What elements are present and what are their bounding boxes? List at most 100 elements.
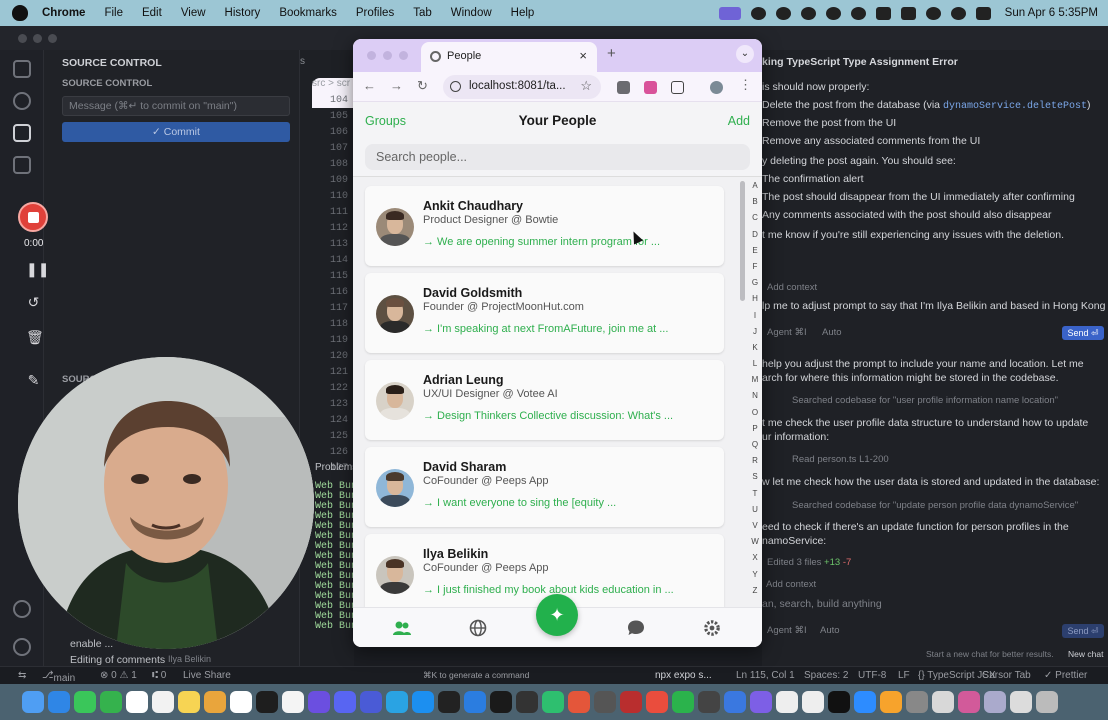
documents-folder-icon[interactable] — [1010, 691, 1032, 713]
alpha-letter[interactable]: T — [749, 489, 761, 505]
photos-icon[interactable] — [204, 691, 226, 713]
vscode-icon[interactable] — [464, 691, 486, 713]
spotlight-search-icon[interactable] — [950, 6, 966, 20]
forward-arrow-icon[interactable]: → — [390, 78, 403, 93]
window-zoom-button[interactable] — [48, 34, 57, 43]
people-tab-icon[interactable] — [393, 619, 411, 637]
alpha-letter[interactable]: N — [749, 391, 761, 407]
xcode-icon[interactable] — [802, 691, 824, 713]
end-of-line[interactable]: LF — [898, 670, 910, 681]
model-selector[interactable]: Auto — [822, 327, 842, 338]
extension-icon[interactable] — [644, 81, 657, 94]
system-settings-icon[interactable] — [594, 691, 616, 713]
extensions-puzzle-icon[interactable] — [671, 81, 684, 94]
figma-icon[interactable] — [256, 691, 278, 713]
menu-tab[interactable]: Tab — [413, 7, 432, 19]
calendar-icon[interactable] — [126, 691, 148, 713]
tool-call-line[interactable]: Searched codebase for "update person pro… — [792, 500, 1078, 511]
add-link[interactable]: Add — [728, 114, 750, 128]
alpha-letter[interactable]: Z — [749, 586, 761, 602]
webcam-bubble[interactable] — [18, 357, 314, 649]
chatgpt-icon[interactable] — [750, 6, 766, 20]
apple-icon[interactable] — [12, 5, 28, 21]
downloads-folder-icon[interactable] — [984, 691, 1006, 713]
address-url[interactable]: localhost:8081/ta... — [469, 80, 566, 92]
alpha-letter[interactable]: R — [749, 456, 761, 472]
alpha-letter[interactable]: G — [749, 278, 761, 294]
notes-icon[interactable] — [178, 691, 200, 713]
alpha-letter[interactable]: U — [749, 505, 761, 521]
extension-icon[interactable] — [617, 81, 630, 94]
menu-help[interactable]: Help — [511, 7, 535, 19]
send-button[interactable]: Send ⏎ — [1062, 326, 1104, 340]
alpha-letter[interactable]: K — [749, 343, 761, 359]
branch-indicator[interactable]: ⎇ main — [42, 670, 75, 684]
cursor-app-icon[interactable] — [438, 691, 460, 713]
encoding[interactable]: UTF-8 — [858, 670, 886, 681]
tab-people[interactable]: People × — [421, 42, 597, 72]
battery-icon[interactable] — [900, 6, 916, 20]
menu-view[interactable]: View — [181, 7, 206, 19]
alpha-letter[interactable]: H — [749, 294, 761, 310]
problems-indicator[interactable]: ⊗ 0 ⚠ 1 — [100, 670, 137, 681]
address-bar[interactable]: localhost:8081/ta... ☆ — [443, 75, 601, 99]
miro-icon[interactable] — [282, 691, 304, 713]
browser-close-button[interactable] — [367, 51, 376, 60]
browser-zoom-button[interactable] — [399, 51, 408, 60]
list-scrollbar[interactable] — [740, 181, 745, 301]
person-card[interactable]: David Sharam CoFounder @ Peeps App → I w… — [365, 447, 724, 527]
discord-icon[interactable] — [334, 691, 356, 713]
alpha-letter[interactable]: M — [749, 375, 761, 391]
messages-icon[interactable] — [74, 691, 96, 713]
app-store-icon[interactable] — [412, 691, 434, 713]
whatsapp-icon[interactable] — [932, 691, 954, 713]
browser-minimize-button[interactable] — [383, 51, 392, 60]
alpha-letter[interactable]: O — [749, 408, 761, 424]
arc-app-icon[interactable] — [750, 691, 772, 713]
alpha-letter[interactable]: S — [749, 472, 761, 488]
alpha-letter[interactable]: J — [749, 327, 761, 343]
model-selector-2[interactable]: Auto — [820, 625, 840, 636]
screen-recorder-icon[interactable] — [718, 6, 741, 20]
terminal-tab-problems[interactable]: Problems — [315, 462, 357, 473]
calculator-icon[interactable] — [906, 691, 928, 713]
menu-app-name[interactable]: Chrome — [42, 7, 85, 19]
facetime-icon[interactable] — [100, 691, 122, 713]
stop-recording-button[interactable] — [18, 202, 48, 232]
back-arrow-icon[interactable]: ← — [363, 78, 376, 93]
alpha-letter[interactable]: F — [749, 262, 761, 278]
explorer-icon[interactable] — [13, 60, 31, 78]
chat-tab-icon[interactable] — [627, 619, 645, 637]
wifi-icon[interactable] — [925, 6, 941, 20]
edited-files-summary[interactable]: Edited 3 files +13 -7 — [767, 557, 851, 568]
window-minimize-button[interactable] — [33, 34, 42, 43]
add-context-button-2[interactable]: Add context — [766, 579, 816, 590]
menu-profiles[interactable]: Profiles — [356, 7, 394, 19]
person-latest-message[interactable]: → I'm speaking at next FromAFuture, join… — [423, 323, 668, 335]
menu-window[interactable]: Window — [451, 7, 492, 19]
pages-icon[interactable] — [880, 691, 902, 713]
alpha-letter[interactable]: I — [749, 311, 761, 327]
agent-mode-selector-2[interactable]: Agent ⌘I — [767, 625, 807, 636]
alpha-letter[interactable]: E — [749, 246, 761, 262]
alpha-letter[interactable]: C — [749, 213, 761, 229]
search-icon[interactable] — [13, 92, 31, 110]
commit-button[interactable]: ✓ Commit — [62, 122, 290, 142]
telegram-icon[interactable] — [386, 691, 408, 713]
terminal-command[interactable]: npx expo s... — [655, 670, 712, 681]
restart-icon[interactable]: ↺ — [26, 295, 41, 310]
zoom-icon[interactable] — [724, 691, 746, 713]
arc-icon[interactable] — [775, 6, 791, 20]
time-machine-icon[interactable] — [825, 6, 841, 20]
person-latest-message[interactable]: → Design Thinkers Collective discussion:… — [423, 410, 673, 422]
profile-avatar-icon[interactable] — [710, 81, 723, 94]
play-icon[interactable] — [850, 6, 866, 20]
menu-edit[interactable]: Edit — [142, 7, 162, 19]
claude-icon[interactable] — [568, 691, 590, 713]
person-card[interactable]: Ankit Chaudhary Product Designer @ Bowti… — [365, 186, 724, 266]
agent-mode-selector[interactable]: Agent ⌘I — [767, 327, 807, 338]
chrome-icon[interactable] — [646, 691, 668, 713]
ai-sparkle-fab[interactable]: ✦ — [536, 594, 578, 636]
menubar-clock[interactable]: Sun Apr 6 5:35PM — [1005, 7, 1098, 19]
window-close-button[interactable] — [18, 34, 27, 43]
